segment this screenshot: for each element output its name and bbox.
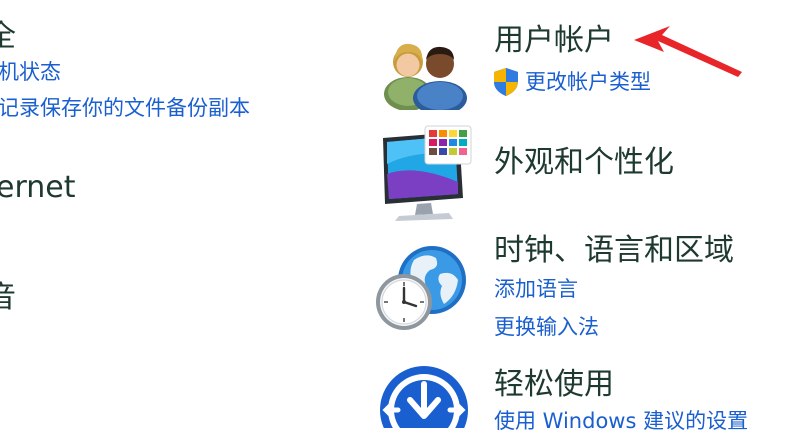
users-icon[interactable] <box>378 30 470 110</box>
red-arrow-annotation <box>634 26 742 77</box>
appearance-title[interactable]: 外观和个性化 <box>494 148 674 178</box>
clock-region-title[interactable]: 时钟、语言和区域 <box>494 236 734 266</box>
network-heading[interactable]: ernet <box>0 173 76 203</box>
left-column: 全 机状态 记录保存你的文件备份副本 ernet 音 <box>0 0 360 428</box>
recommended-settings-link[interactable]: 使用 Windows 建议的设置 <box>494 411 748 432</box>
ease-of-access-title[interactable]: 轻松使用 <box>494 370 614 400</box>
monitor-palette-icon[interactable] <box>375 124 475 222</box>
shield-icon <box>494 68 518 96</box>
accessibility-icon[interactable] <box>378 366 470 428</box>
user-accounts-title[interactable]: 用户帐户 <box>494 26 614 56</box>
security-heading[interactable]: 全 <box>0 22 16 52</box>
change-input-method-link[interactable]: 更换输入法 <box>494 317 599 338</box>
hardware-heading[interactable]: 音 <box>0 283 16 313</box>
link-file-history[interactable]: 记录保存你的文件备份副本 <box>0 98 250 119</box>
link-security-status[interactable]: 机状态 <box>0 62 61 83</box>
globe-clock-icon[interactable] <box>374 240 470 334</box>
add-language-link[interactable]: 添加语言 <box>494 279 578 300</box>
